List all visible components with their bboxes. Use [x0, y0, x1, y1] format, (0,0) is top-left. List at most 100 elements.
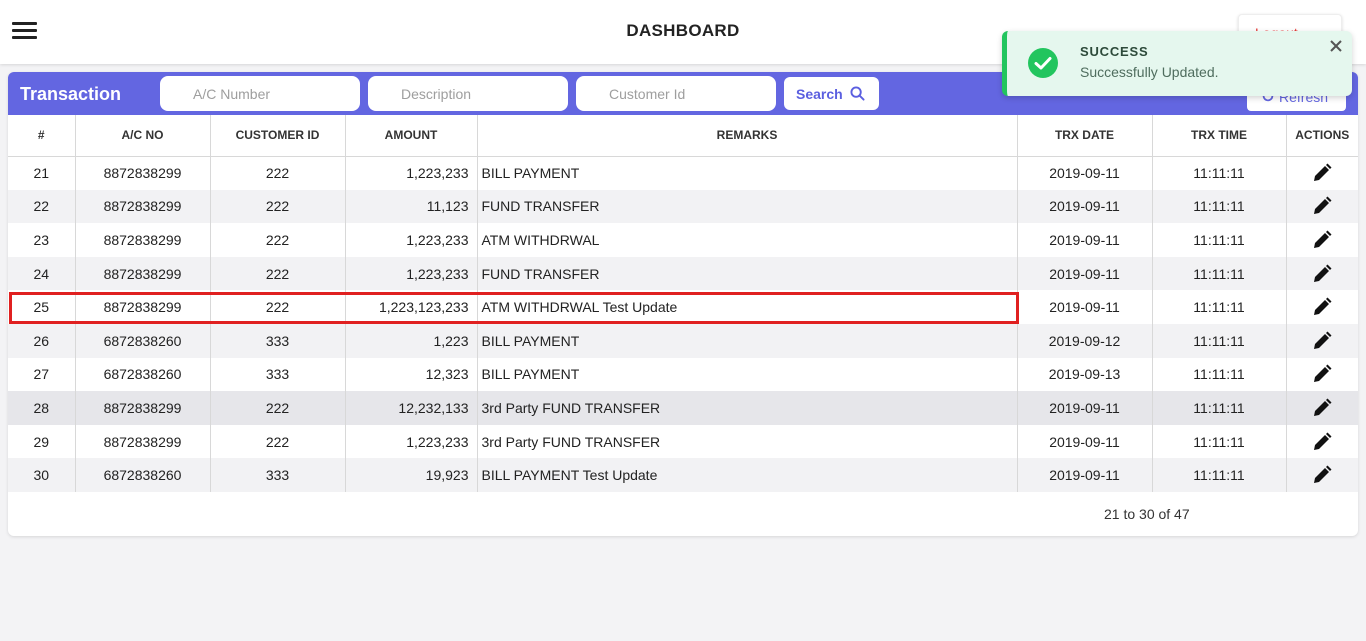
customer-id-input[interactable] [576, 76, 776, 111]
row-index-cell: 27 [8, 357, 76, 392]
transaction-table: # A/C NO CUSTOMER ID AMOUNT REMARKS TRX DATE T… [8, 115, 1358, 492]
column-header-actions: ACTIONS [1286, 115, 1358, 157]
actions-cell [1286, 290, 1358, 324]
trx-date-cell: 2019-09-11 [1017, 290, 1153, 324]
transaction-title: Transaction [20, 84, 122, 104]
account-no-cell: 6872838260 [75, 357, 211, 392]
remarks-cell: BILL PAYMENT [477, 156, 1018, 190]
actions-cell [1286, 391, 1358, 425]
amount-cell: 12,323 [345, 357, 478, 392]
row-index-cell: 30 [8, 458, 76, 492]
account-no-cell: 6872838260 [75, 458, 211, 492]
pencil-edit-icon[interactable] [1312, 364, 1332, 384]
search-button[interactable]: Search [784, 77, 879, 110]
actions-cell [1286, 156, 1358, 190]
amount-cell: 1,223,233 [345, 223, 478, 257]
table-row[interactable]: 27 6872838260 333 12,323 BILL PAYMENT 2019-09… [8, 357, 1358, 392]
pencil-edit-icon[interactable] [1312, 264, 1332, 284]
account-no-cell: 8872838299 [75, 156, 211, 190]
row-index-cell: 26 [8, 323, 76, 358]
pencil-edit-icon[interactable] [1312, 163, 1332, 183]
column-header-remarks: REMARKS [477, 115, 1018, 157]
trx-date-cell: 2019-09-11 [1017, 223, 1153, 257]
table-body: 21 8872838299 222 1,223,233 BILL PAYMENT 2019… [8, 156, 1358, 492]
actions-cell [1286, 424, 1358, 459]
row-index-cell: 21 [8, 156, 76, 190]
table-row[interactable]: 26 6872838260 333 1,223 BILL PAYMENT 2019-09-… [8, 323, 1358, 358]
table-header-row: # A/C NO CUSTOMER ID AMOUNT REMARKS TRX DATE T… [8, 115, 1358, 157]
table-row[interactable]: 25 8872838299 222 1,223,123,233 ATM WITHDRWA… [8, 290, 1358, 324]
account-no-cell: 8872838299 [75, 391, 211, 425]
table-row[interactable]: 30 6872838260 333 19,923 BILL PAYMENT Test U… [8, 458, 1358, 492]
column-header-account-no: A/C NO [75, 115, 211, 157]
pencil-edit-icon[interactable] [1312, 398, 1332, 418]
row-index-cell: 23 [8, 223, 76, 257]
actions-cell [1286, 189, 1358, 224]
trx-time-cell: 11:11:11 [1152, 357, 1287, 392]
account-no-cell: 6872838260 [75, 323, 211, 358]
trx-date-cell: 2019-09-11 [1017, 391, 1153, 425]
customer-id-cell: 222 [210, 391, 346, 425]
table-row[interactable]: 21 8872838299 222 1,223,233 BILL PAYMENT 2019… [8, 156, 1358, 190]
table-row[interactable]: 28 8872838299 222 12,232,133 3rd Party FUND … [8, 391, 1358, 425]
trx-time-cell: 11:11:11 [1152, 458, 1287, 492]
trx-date-cell: 2019-09-11 [1017, 189, 1153, 224]
trx-time-cell: 11:11:11 [1152, 156, 1287, 190]
success-toast: SUCCESS Successfully Updated. [1002, 31, 1352, 96]
customer-id-cell: 222 [210, 256, 346, 291]
account-number-input[interactable] [160, 76, 360, 111]
amount-cell: 11,123 [345, 189, 478, 224]
row-index-cell: 22 [8, 189, 76, 224]
customer-id-cell: 222 [210, 223, 346, 257]
trx-time-cell: 11:11:11 [1152, 323, 1287, 358]
pagination-summary: 21 to 30 of 47 [1104, 506, 1190, 522]
column-header-trx-date: TRX DATE [1017, 115, 1153, 157]
table-row[interactable]: 24 8872838299 222 1,223,233 FUND TRANSFER 201… [8, 256, 1358, 291]
amount-cell: 1,223,123,233 [345, 290, 478, 324]
pencil-edit-icon[interactable] [1312, 297, 1332, 317]
pencil-edit-icon[interactable] [1312, 230, 1332, 250]
column-header-trx-time: TRX TIME [1152, 115, 1287, 157]
trx-time-cell: 11:11:11 [1152, 256, 1287, 291]
account-no-cell: 8872838299 [75, 256, 211, 291]
check-circle-icon [1028, 48, 1058, 78]
pencil-edit-icon[interactable] [1312, 465, 1332, 485]
close-icon[interactable] [1327, 37, 1345, 55]
pencil-edit-icon[interactable] [1312, 196, 1332, 216]
customer-id-cell: 222 [210, 156, 346, 190]
trx-date-cell: 2019-09-11 [1017, 424, 1153, 459]
trx-time-cell: 11:11:11 [1152, 424, 1287, 459]
row-index-cell: 24 [8, 256, 76, 291]
column-header-customer-id: CUSTOMER ID [210, 115, 346, 157]
account-no-cell: 8872838299 [75, 424, 211, 459]
remarks-cell: BILL PAYMENT [477, 323, 1018, 358]
trx-date-cell: 2019-09-11 [1017, 256, 1153, 291]
search-icon [850, 86, 865, 101]
actions-cell [1286, 458, 1358, 492]
trx-date-cell: 2019-09-11 [1017, 156, 1153, 190]
row-index-cell: 29 [8, 424, 76, 459]
trx-time-cell: 11:11:11 [1152, 290, 1287, 324]
pencil-edit-icon[interactable] [1312, 331, 1332, 351]
remarks-cell: ATM WITHDRWAL Test Update [477, 290, 1018, 324]
toast-message: Successfully Updated. [1080, 64, 1219, 80]
description-input[interactable] [368, 76, 568, 111]
table-row[interactable]: 22 8872838299 222 11,123 FUND TRANSFER 2019-0… [8, 189, 1358, 224]
amount-cell: 1,223,233 [345, 256, 478, 291]
table-row[interactable]: 23 8872838299 222 1,223,233 ATM WITHDRWAL 201… [8, 223, 1358, 257]
pencil-edit-icon[interactable] [1312, 432, 1332, 452]
customer-id-cell: 333 [210, 458, 346, 492]
customer-id-cell: 333 [210, 357, 346, 392]
trx-date-cell: 2019-09-11 [1017, 458, 1153, 492]
trx-time-cell: 11:11:11 [1152, 223, 1287, 257]
column-header-amount: AMOUNT [345, 115, 478, 157]
actions-cell [1286, 323, 1358, 358]
row-index-cell: 28 [8, 391, 76, 425]
amount-cell: 1,223 [345, 323, 478, 358]
table-row[interactable]: 29 8872838299 222 1,223,233 3rd Party FUND T… [8, 424, 1358, 459]
amount-cell: 1,223,233 [345, 156, 478, 190]
trx-time-cell: 11:11:11 [1152, 391, 1287, 425]
customer-id-cell: 222 [210, 290, 346, 324]
remarks-cell: 3rd Party FUND TRANSFER [477, 391, 1018, 425]
account-no-cell: 8872838299 [75, 189, 211, 224]
